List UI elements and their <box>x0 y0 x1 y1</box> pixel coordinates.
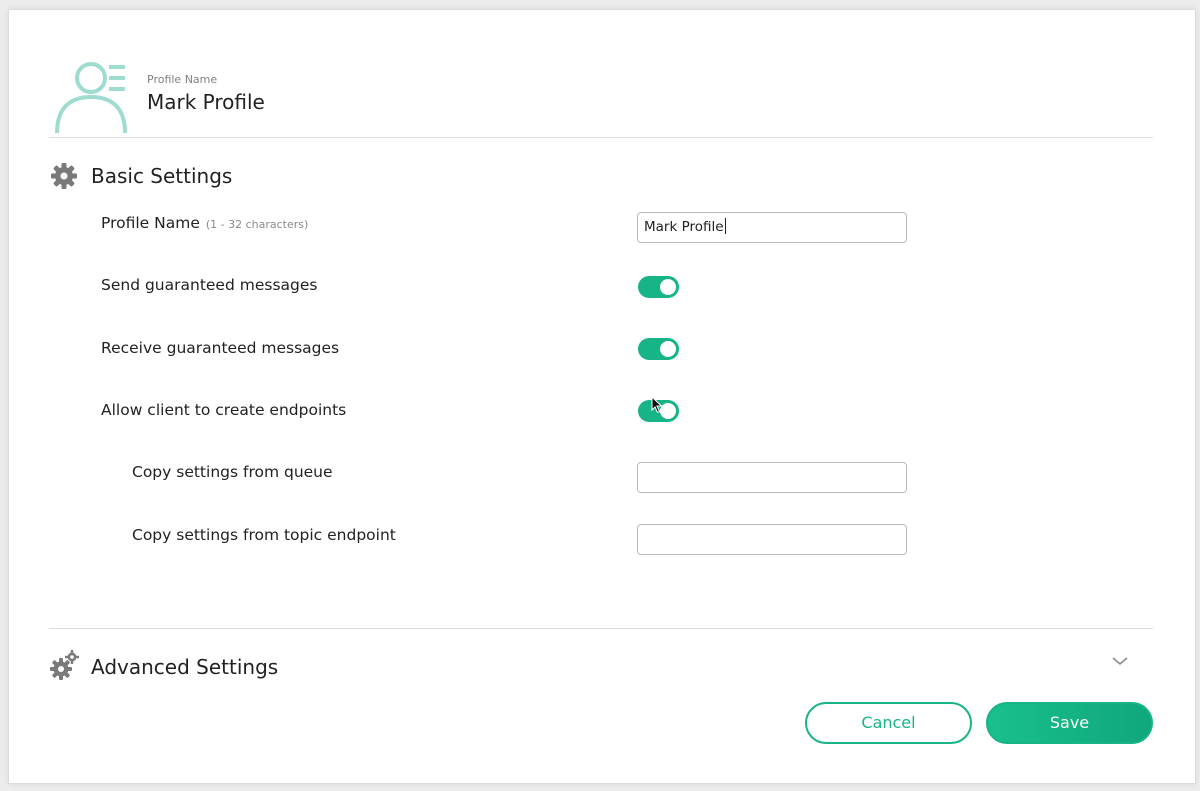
receive-guaranteed-toggle[interactable] <box>638 338 679 360</box>
chevron-down-icon[interactable] <box>1111 655 1129 667</box>
text-caret <box>724 218 726 234</box>
profile-header: Profile Name Mark Profile <box>49 50 1153 138</box>
receive-guaranteed-label: Receive guaranteed messages <box>101 339 340 357</box>
toggle-knob <box>660 279 676 295</box>
copy-topic-endpoint-label: Copy settings from topic endpoint <box>132 526 396 544</box>
gear-icon <box>51 163 77 189</box>
profile-name-hint: (1 - 32 characters) <box>205 218 309 231</box>
profile-name-input-value: Mark Profile <box>644 219 724 235</box>
mouse-cursor-icon <box>651 396 663 414</box>
save-button[interactable]: Save <box>986 702 1153 744</box>
send-guaranteed-toggle[interactable] <box>638 276 679 298</box>
profile-name-input[interactable]: Mark Profile <box>637 212 907 243</box>
copy-queue-label: Copy settings from queue <box>132 463 333 481</box>
profile-name-caption: Profile Name <box>147 73 218 86</box>
user-profile-icon <box>55 62 127 133</box>
profile-dialog: Profile Name Mark Profile Basic Settings… <box>8 9 1196 784</box>
section-divider <box>49 628 1153 629</box>
cancel-button[interactable]: Cancel <box>805 702 972 744</box>
copy-topic-endpoint-input[interactable] <box>637 524 907 555</box>
advanced-settings-title[interactable]: Advanced Settings <box>91 655 278 679</box>
gears-icon <box>50 650 79 680</box>
profile-name-label: Profile Name (1 - 32 characters) <box>101 214 308 232</box>
create-endpoints-label: Allow client to create endpoints <box>101 401 347 419</box>
toggle-knob <box>660 341 676 357</box>
profile-name-title: Mark Profile <box>147 90 265 114</box>
send-guaranteed-label: Send guaranteed messages <box>101 276 318 294</box>
profile-name-label-text: Profile Name <box>101 214 200 232</box>
basic-settings-title: Basic Settings <box>91 164 233 188</box>
copy-queue-input[interactable] <box>637 462 907 493</box>
